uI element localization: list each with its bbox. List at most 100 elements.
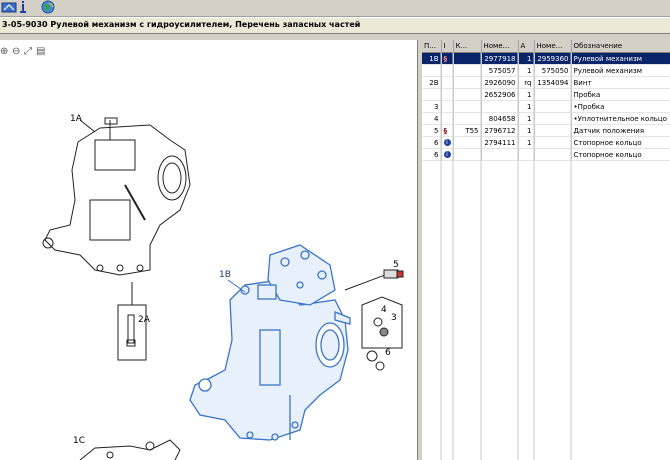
zoom-in-icon[interactable]: ⊕ (0, 46, 8, 57)
cell-designation: Винт (571, 76, 670, 89)
table-header: П... I К... Номе... А Номе... Обозначени… (422, 40, 670, 53)
cell-position: 5 (422, 124, 442, 137)
callout-2A[interactable]: 2A (138, 315, 151, 325)
cell-info: § (441, 124, 454, 137)
cell-k: T55 (453, 124, 482, 137)
document-title-bar: 3-05-9030 Рулевой механизм с гидроусилит… (0, 17, 670, 34)
drawing-panel[interactable]: 1A 2A 1B 5 4 3 6 1C (0, 40, 418, 460)
cell-qty: 1 (518, 136, 535, 149)
fit-icon[interactable]: ⤢ (24, 46, 32, 57)
section-icon[interactable]: § (444, 127, 448, 135)
cell-info: i (441, 148, 454, 161)
callout-5[interactable]: 5 (393, 260, 399, 270)
callout-3[interactable]: 3 (391, 313, 397, 323)
leader-line (79, 119, 96, 133)
table-row[interactable]: 5 § T55 2796712 1 Датчик положения (422, 124, 670, 137)
table-row[interactable]: 3 1 •Пробка (422, 100, 670, 113)
cell-number: 2926090 (481, 76, 519, 89)
callout-1A[interactable]: 1A (70, 114, 83, 124)
cell-number (481, 148, 519, 161)
cell-number: 575057 (481, 64, 519, 77)
column-header-number[interactable]: Номе... (481, 40, 519, 53)
table-row[interactable]: 6 i 2794111 1 Стопорное кольцо (422, 136, 670, 149)
cell-k (453, 148, 482, 161)
cell-number: 2652906 (481, 88, 519, 101)
table-row[interactable]: 1B § 2977918 1 2959360 Рулевой механизм (422, 52, 670, 65)
callout-4[interactable]: 4 (381, 305, 387, 315)
drawing-toolbar: ⊕ ⊖ ⤢ ▤ (0, 46, 70, 62)
callout-6[interactable]: 6 (385, 348, 391, 358)
print-icon[interactable]: ▤ (36, 46, 45, 57)
parts-table: П... I К... Номе... А Номе... Обозначени… (422, 40, 670, 161)
cell-k (453, 112, 482, 125)
cell-position: 2B (422, 76, 442, 89)
table-row[interactable]: 4 804658 1 •Уплотнительное кольцо (422, 112, 670, 125)
callout-1B[interactable]: 1B (219, 270, 231, 280)
cell-k (453, 64, 482, 77)
cell-designation: Пробка (571, 88, 670, 101)
cell-info (441, 88, 454, 101)
zoom-out-icon[interactable]: ⊖ (12, 46, 20, 57)
cell-info (441, 76, 454, 89)
cell-number (481, 100, 519, 113)
column-header-number2[interactable]: Номе... (534, 40, 572, 53)
column-header-info[interactable]: I (441, 40, 454, 53)
cell-position (422, 64, 442, 77)
column-header-position[interactable]: П... (422, 40, 442, 53)
cell-number2 (534, 112, 572, 125)
document-title: 3-05-9030 Рулевой механизм с гидроусилит… (2, 20, 361, 29)
cell-position: 1B (422, 52, 442, 65)
table-row[interactable]: 6 i Стопорное кольцо (422, 148, 670, 161)
column-header-qty[interactable]: А (518, 40, 535, 53)
cell-designation: •Пробка (571, 100, 670, 113)
info-icon[interactable]: i (443, 139, 451, 146)
cell-number: 2796712 (481, 124, 519, 137)
cell-k (453, 52, 482, 65)
column-header-k[interactable]: К... (453, 40, 482, 53)
assembly-1C[interactable] (79, 439, 181, 460)
callout-1C[interactable]: 1C (73, 436, 85, 446)
cell-designation: Рулевой механизм (571, 52, 670, 65)
cell-number2: 2959360 (534, 52, 572, 65)
cell-qty: rq (518, 76, 535, 89)
assembly-1B[interactable] (189, 244, 351, 441)
globe-icon (41, 0, 55, 14)
part-5-position-sensor[interactable] (344, 269, 404, 291)
cell-qty (518, 148, 535, 161)
cell-designation: Стопорное кольцо (571, 136, 670, 149)
section-icon[interactable]: § (444, 55, 448, 63)
cell-designation: Датчик положения (571, 124, 670, 137)
cell-info: i (441, 136, 454, 149)
cell-number2: 575050 (534, 64, 572, 77)
tool-icon (1, 2, 17, 13)
tool-button[interactable] (0, 0, 22, 15)
cell-designation: •Уплотнительное кольцо (571, 112, 670, 125)
cell-position: 3 (422, 100, 442, 113)
cell-number2: 1354094 (534, 76, 572, 89)
cell-number2 (534, 124, 572, 137)
cell-number: 804658 (481, 112, 519, 125)
cell-k (453, 136, 482, 149)
cell-number: 2977918 (481, 52, 519, 65)
cell-number2 (534, 100, 572, 113)
parts-list-panel: П... I К... Номе... А Номе... Обозначени… (422, 40, 670, 460)
cell-qty: 1 (518, 112, 535, 125)
table-row[interactable]: 2B 2926090 rq 1354094 Винт (422, 76, 670, 89)
assembly-1A[interactable] (42, 117, 191, 361)
cell-number: 2794111 (481, 136, 519, 149)
cell-k (453, 100, 482, 113)
toolbar (0, 0, 670, 17)
globe-button[interactable] (40, 0, 62, 15)
table-row[interactable]: 575057 1 575050 Рулевой механизм (422, 64, 670, 77)
cell-position (422, 88, 442, 101)
cell-qty: 1 (518, 52, 535, 65)
cell-qty: 1 (518, 64, 535, 77)
table-row[interactable]: 2652906 1 Пробка (422, 88, 670, 101)
info-button[interactable] (20, 0, 42, 15)
cell-info (441, 64, 454, 77)
info-icon[interactable]: i (443, 151, 451, 158)
info-icon (20, 1, 26, 13)
cell-info: § (441, 52, 454, 65)
column-header-designation[interactable]: Обозначение (571, 40, 670, 53)
cell-designation: Стопорное кольцо (571, 148, 670, 161)
